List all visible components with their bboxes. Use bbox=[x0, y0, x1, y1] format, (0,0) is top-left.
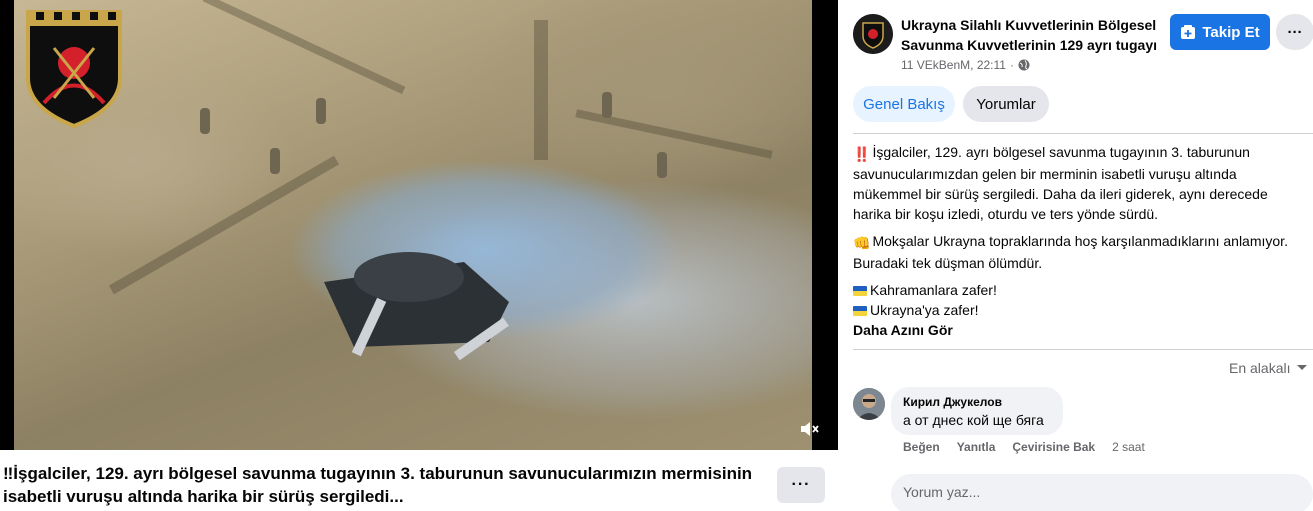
terrain-stroke bbox=[202, 0, 406, 95]
mute-icon[interactable] bbox=[798, 418, 820, 440]
tab-comments[interactable]: Yorumlar bbox=[963, 86, 1049, 122]
comment-author[interactable]: Кирил Джукелов bbox=[903, 394, 1051, 410]
tree-trunk bbox=[534, 20, 548, 160]
follow-button[interactable]: Takip Et bbox=[1170, 14, 1270, 50]
post-meta: 11 VEkBenM, 22:11 · bbox=[901, 58, 1030, 72]
comment-text: а от днес кой ще бяга bbox=[903, 412, 1044, 428]
globe-icon bbox=[1018, 59, 1030, 71]
comment-actions: Beğen Yanıtla Çevirisine Bak 2 saat bbox=[903, 440, 1145, 454]
soldier-figure bbox=[657, 152, 667, 178]
post-paragraph-2: 👊 Mokşalar Ukrayna topraklarında hoş karş… bbox=[853, 231, 1293, 273]
post-panel: Ukrayna Silahlı Kuvvetlerinin Bölgesel S… bbox=[838, 0, 1313, 511]
tank-figure bbox=[324, 252, 509, 361]
post-text: Kahramanlara zafer! bbox=[870, 282, 997, 298]
terrain-stroke bbox=[108, 155, 340, 295]
soldier-figure bbox=[270, 148, 280, 174]
ukraine-flag-icon bbox=[853, 306, 867, 316]
page-avatar[interactable] bbox=[853, 14, 893, 54]
see-translation-button[interactable]: Çevirisine Bak bbox=[1012, 440, 1095, 454]
soldier-figure bbox=[602, 92, 612, 118]
brigade-logo bbox=[26, 10, 122, 128]
more-options-button[interactable]: ··· bbox=[1276, 14, 1313, 50]
soldier-figure bbox=[200, 108, 210, 134]
double-exclamation-icon: ‼️ bbox=[853, 146, 871, 162]
post-text: Mokşalar Ukrayna topraklarında hoş karşı… bbox=[853, 233, 1288, 271]
follow-label: Takip Et bbox=[1202, 23, 1260, 41]
ukraine-flag-icon bbox=[853, 286, 867, 296]
video-caption: ‼İşgalciler, 129. ayrı bölgesel savunma … bbox=[3, 464, 753, 506]
post-paragraph-3: Kahramanlara zafer! bbox=[853, 280, 1293, 300]
avatar-image bbox=[853, 388, 885, 420]
brigade-logo-small bbox=[853, 14, 893, 54]
post-body: ‼️ İşgalciler, 129. ayrı bölgesel savunma… bbox=[853, 142, 1293, 347]
divider bbox=[853, 133, 1313, 134]
sort-label: En alakalı bbox=[1229, 360, 1291, 376]
commenter-avatar[interactable] bbox=[853, 388, 885, 420]
comment-input[interactable]: Yorum yaz... bbox=[891, 474, 1313, 511]
comment-sort-dropdown[interactable]: En alakalı bbox=[1229, 360, 1308, 376]
post-paragraph-4: Ukrayna'ya zafer! bbox=[853, 300, 1293, 320]
post-paragraph-1: ‼️ İşgalciler, 129. ayrı bölgesel savunma… bbox=[853, 142, 1293, 224]
video-frame-scene bbox=[14, 0, 812, 450]
follow-plus-icon bbox=[1181, 25, 1196, 39]
comment-time[interactable]: 2 saat bbox=[1112, 440, 1145, 454]
meta-separator: · bbox=[1009, 58, 1014, 72]
post-text: Ukrayna'ya zafer! bbox=[870, 302, 979, 318]
video-caption-row: ‼İşgalciler, 129. ayrı bölgesel savunma … bbox=[0, 450, 838, 511]
fist-icon: 👊 bbox=[853, 235, 871, 251]
comment-bubble: Кирил Джукелов а от днес кой ще бяга bbox=[891, 387, 1063, 435]
caption-more-button[interactable]: ··· bbox=[777, 467, 825, 503]
video-player[interactable] bbox=[0, 0, 838, 450]
see-less-link[interactable]: Daha Azını Gör bbox=[853, 320, 1293, 340]
page-name[interactable]: Ukrayna Silahlı Kuvvetlerinin Bölgesel S… bbox=[901, 15, 1169, 55]
divider bbox=[853, 349, 1313, 350]
video-section: ‼İşgalciler, 129. ayrı bölgesel savunma … bbox=[0, 0, 838, 511]
like-comment-button[interactable]: Beğen bbox=[903, 440, 940, 454]
soldier-figure bbox=[316, 98, 326, 124]
reply-comment-button[interactable]: Yanıtla bbox=[957, 440, 996, 454]
chevron-down-icon bbox=[1297, 365, 1308, 370]
post-timestamp[interactable]: 11 VEkBenM, 22:11 bbox=[901, 58, 1006, 72]
tab-overview[interactable]: Genel Bakış bbox=[853, 86, 955, 122]
post-text: İşgalciler, 129. ayrı bölgesel savunma t… bbox=[853, 144, 1268, 222]
